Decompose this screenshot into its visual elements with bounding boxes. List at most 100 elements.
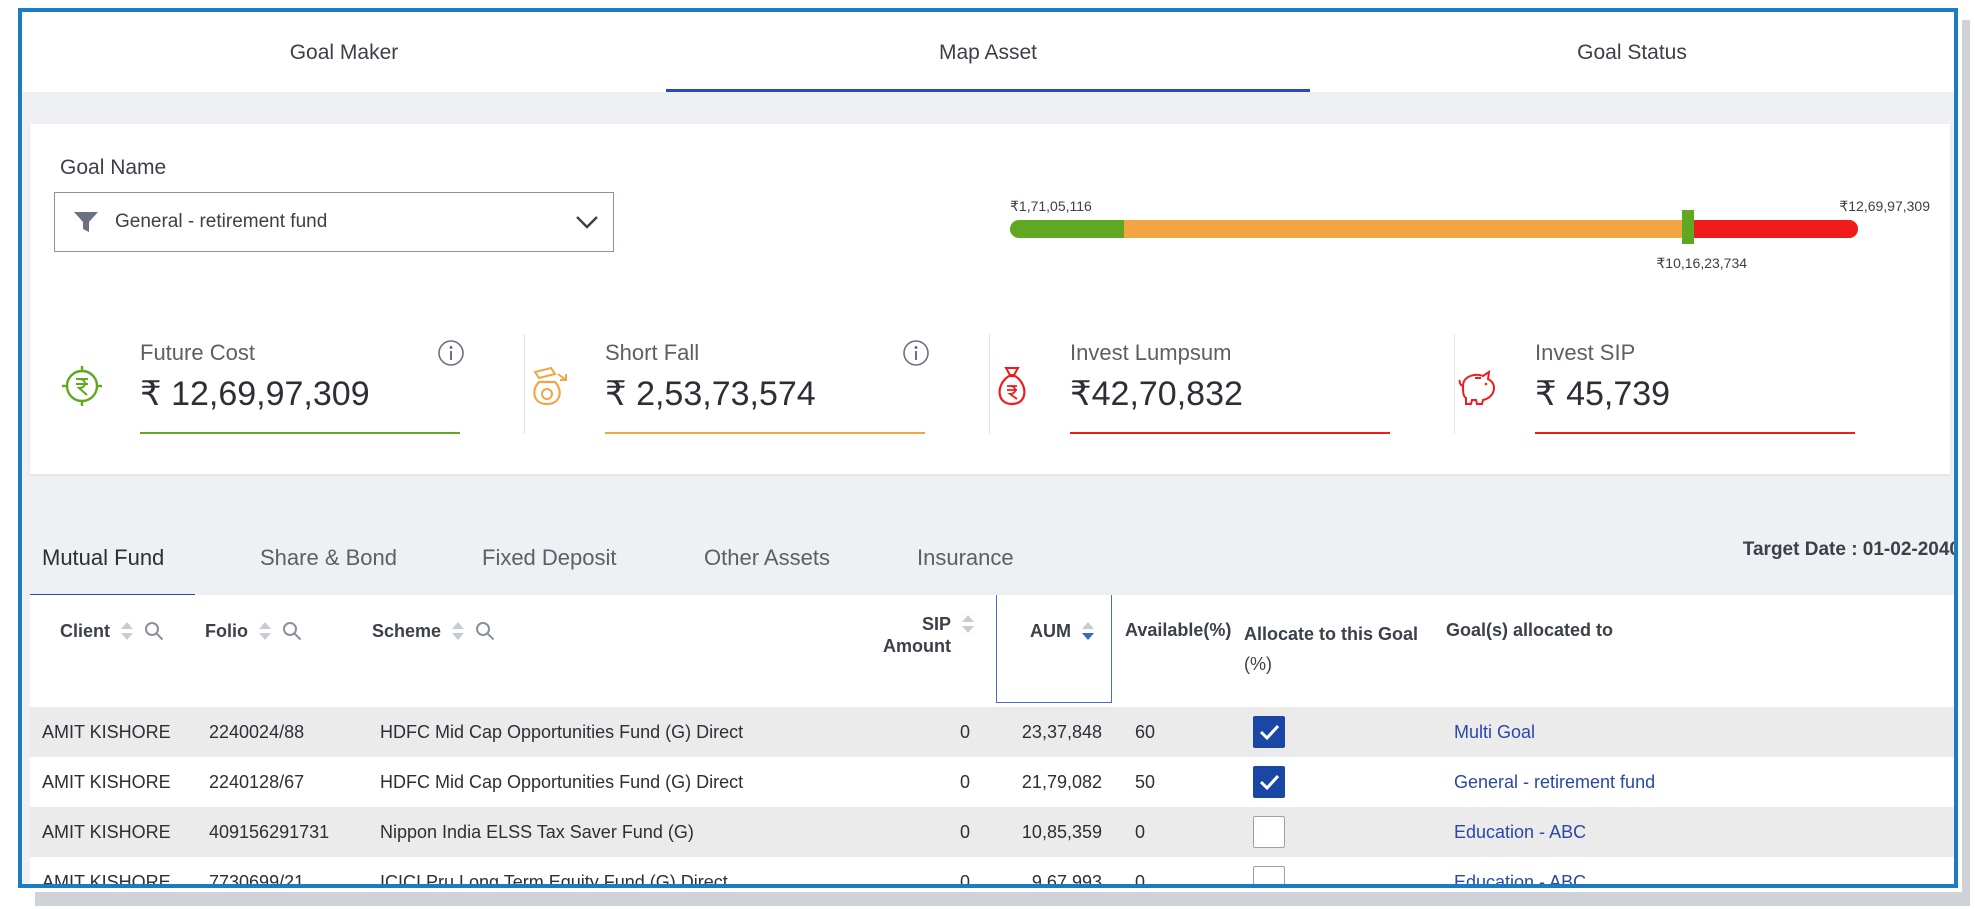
goal-link[interactable]: Education - ABC	[1454, 807, 1586, 857]
cell-available: 0	[1135, 872, 1146, 888]
table-header: Client Folio Scheme SIP Amount AUM Avail…	[30, 595, 1954, 703]
kpi-underline	[1535, 432, 1855, 434]
kpi-invest-lumpsum: Invest Lumpsum ₹42,70,832	[990, 334, 1455, 444]
progress-end-label: ₹12,69,97,309	[1839, 198, 1930, 214]
kpi-label: Invest SIP	[1535, 340, 1636, 365]
cell-client: AMIT KISHORE	[42, 822, 171, 842]
sort-icon[interactable]	[961, 613, 975, 635]
goal-link[interactable]: Education - ABC	[1454, 857, 1586, 884]
frame-shadow-bottom	[35, 892, 1970, 906]
cell-scheme: HDFC Mid Cap Opportunities Fund (G) Dire…	[380, 722, 744, 742]
table-row[interactable]: AMIT KISHORE 2240128/67 HDFC Mid Cap Opp…	[30, 757, 1954, 807]
col-scheme-label: Scheme	[372, 620, 442, 641]
cell-sip: 0	[959, 772, 970, 792]
cell-scheme: HDFC Mid Cap Opportunities Fund (G) Dire…	[380, 772, 744, 792]
table-row[interactable]: AMIT KISHORE 2240024/88 HDFC Mid Cap Opp…	[30, 707, 1954, 757]
col-available: Available(%)	[1125, 620, 1231, 641]
sort-icon[interactable]	[451, 620, 465, 642]
cell-sip: 0	[959, 822, 970, 842]
search-icon[interactable]	[144, 621, 164, 641]
progress-excess-fill	[1688, 220, 1858, 238]
rupee-bag-icon	[998, 367, 1026, 406]
cell-sip: 0	[959, 722, 970, 742]
goal-name-select[interactable]: General - retirement fund	[54, 192, 614, 252]
kpi-label: Future Cost	[140, 340, 255, 365]
col-client[interactable]: Client	[60, 620, 164, 642]
target-date: Target Date : 01-02-2040	[1742, 539, 1958, 560]
col-available-label: Available(%)	[1125, 620, 1232, 640]
cell-available: 0	[1135, 822, 1146, 842]
col-aum-label: AUM	[1030, 620, 1071, 641]
kpi-underline	[1070, 432, 1390, 434]
filter-icon	[74, 212, 98, 232]
progress-start-label: ₹1,71,05,116	[1010, 198, 1092, 214]
cell-scheme: ICICI Pru Long Term Equity Fund (G) Dire…	[380, 872, 728, 888]
kpi-label: Invest Lumpsum	[1070, 340, 1232, 365]
kpi-short-fall: Short Fall ₹ 2,53,73,574	[525, 334, 990, 444]
tab-fixed-deposit[interactable]: Fixed Deposit	[482, 545, 617, 571]
checkmark-icon	[1259, 724, 1280, 741]
col-sip-amount[interactable]: SIP Amount	[883, 613, 975, 657]
progress-track	[1010, 220, 1858, 238]
search-icon[interactable]	[475, 621, 495, 641]
kpi-underline	[605, 432, 925, 434]
search-icon[interactable]	[282, 621, 302, 641]
mutual-fund-table: Client Folio Scheme SIP Amount AUM Avail…	[30, 595, 1954, 888]
kpi-value: ₹ 45,739	[1535, 375, 1671, 413]
info-icon[interactable]	[902, 339, 930, 367]
kpi-value: ₹ 12,69,97,309	[140, 375, 370, 413]
cell-aum: 9,67,993	[1031, 872, 1102, 888]
sort-icon[interactable]	[120, 620, 134, 642]
col-scheme[interactable]: Scheme	[372, 620, 495, 642]
cell-folio: 409156291731	[209, 822, 330, 842]
sort-desc-icon[interactable]	[1081, 620, 1095, 642]
col-folio-label: Folio	[205, 620, 248, 641]
allocate-checkbox[interactable]	[1253, 866, 1285, 884]
goal-select-value: General - retirement fund	[115, 211, 328, 232]
col-aum[interactable]: AUM	[1030, 620, 1095, 642]
kpi-underline	[140, 432, 460, 434]
goal-link[interactable]: General - retirement fund	[1454, 757, 1655, 807]
allocate-checkbox[interactable]	[1253, 816, 1285, 848]
kpi-future-cost: Future Cost ₹ 12,69,97,309	[60, 334, 525, 444]
progress-marker	[1682, 210, 1695, 244]
allocate-checkbox[interactable]	[1253, 716, 1285, 748]
tab-map-asset[interactable]: Map Asset	[666, 12, 1310, 92]
chevron-down-icon	[576, 216, 598, 229]
col-sip-label-1: SIP	[921, 614, 951, 634]
col-allocate-label-2: (%)	[1244, 654, 1272, 674]
tab-mutual-fund[interactable]: Mutual Fund	[42, 545, 164, 571]
kpi-value: ₹42,70,832	[1070, 375, 1243, 413]
cell-folio: 2240024/88	[209, 722, 305, 742]
table-row[interactable]: AMIT KISHORE 7730699/21 ICICI Pru Long T…	[30, 857, 1954, 888]
info-icon[interactable]	[437, 339, 465, 367]
col-folio[interactable]: Folio	[205, 620, 302, 642]
tab-goal-status[interactable]: Goal Status	[1310, 12, 1954, 92]
cell-folio: 2240128/67	[209, 772, 305, 792]
cell-client: AMIT KISHORE	[42, 722, 171, 742]
goal-name-label: Goal Name	[60, 156, 167, 179]
sort-icon[interactable]	[258, 620, 272, 642]
tab-goal-maker[interactable]: Goal Maker	[22, 12, 666, 92]
goal-link[interactable]: Multi Goal	[1454, 707, 1535, 757]
col-allocate-label-1: Allocate to this Goal	[1244, 624, 1419, 644]
checkmark-icon	[1259, 774, 1280, 791]
kpi-value: ₹ 2,53,73,574	[605, 375, 816, 413]
tab-other-assets[interactable]: Other Assets	[704, 545, 830, 571]
allocate-checkbox[interactable]	[1253, 766, 1285, 798]
tab-insurance[interactable]: Insurance	[917, 545, 1014, 571]
cell-client: AMIT KISHORE	[42, 772, 171, 792]
tab-share-bond[interactable]: Share & Bond	[260, 545, 397, 571]
cell-available: 60	[1135, 722, 1156, 742]
cell-folio: 7730699/21	[209, 872, 305, 888]
asset-tab-bar: Mutual Fund Share & Bond Fixed Deposit O…	[30, 507, 1958, 607]
cell-aum: 10,85,359	[1021, 822, 1102, 842]
cell-aum: 23,37,848	[1021, 722, 1102, 742]
progress-achieved-fill	[1010, 220, 1125, 238]
col-client-label: Client	[60, 620, 111, 641]
table-row[interactable]: AMIT KISHORE 409156291731 Nippon India E…	[30, 807, 1954, 857]
cell-available: 50	[1135, 772, 1156, 792]
top-tab-bar: Goal Maker Map Asset Goal Status	[22, 12, 1954, 92]
goal-summary-card: Goal Name General - retirement fund ₹1,7…	[30, 124, 1950, 474]
piggy-bank-icon	[1458, 369, 1496, 405]
